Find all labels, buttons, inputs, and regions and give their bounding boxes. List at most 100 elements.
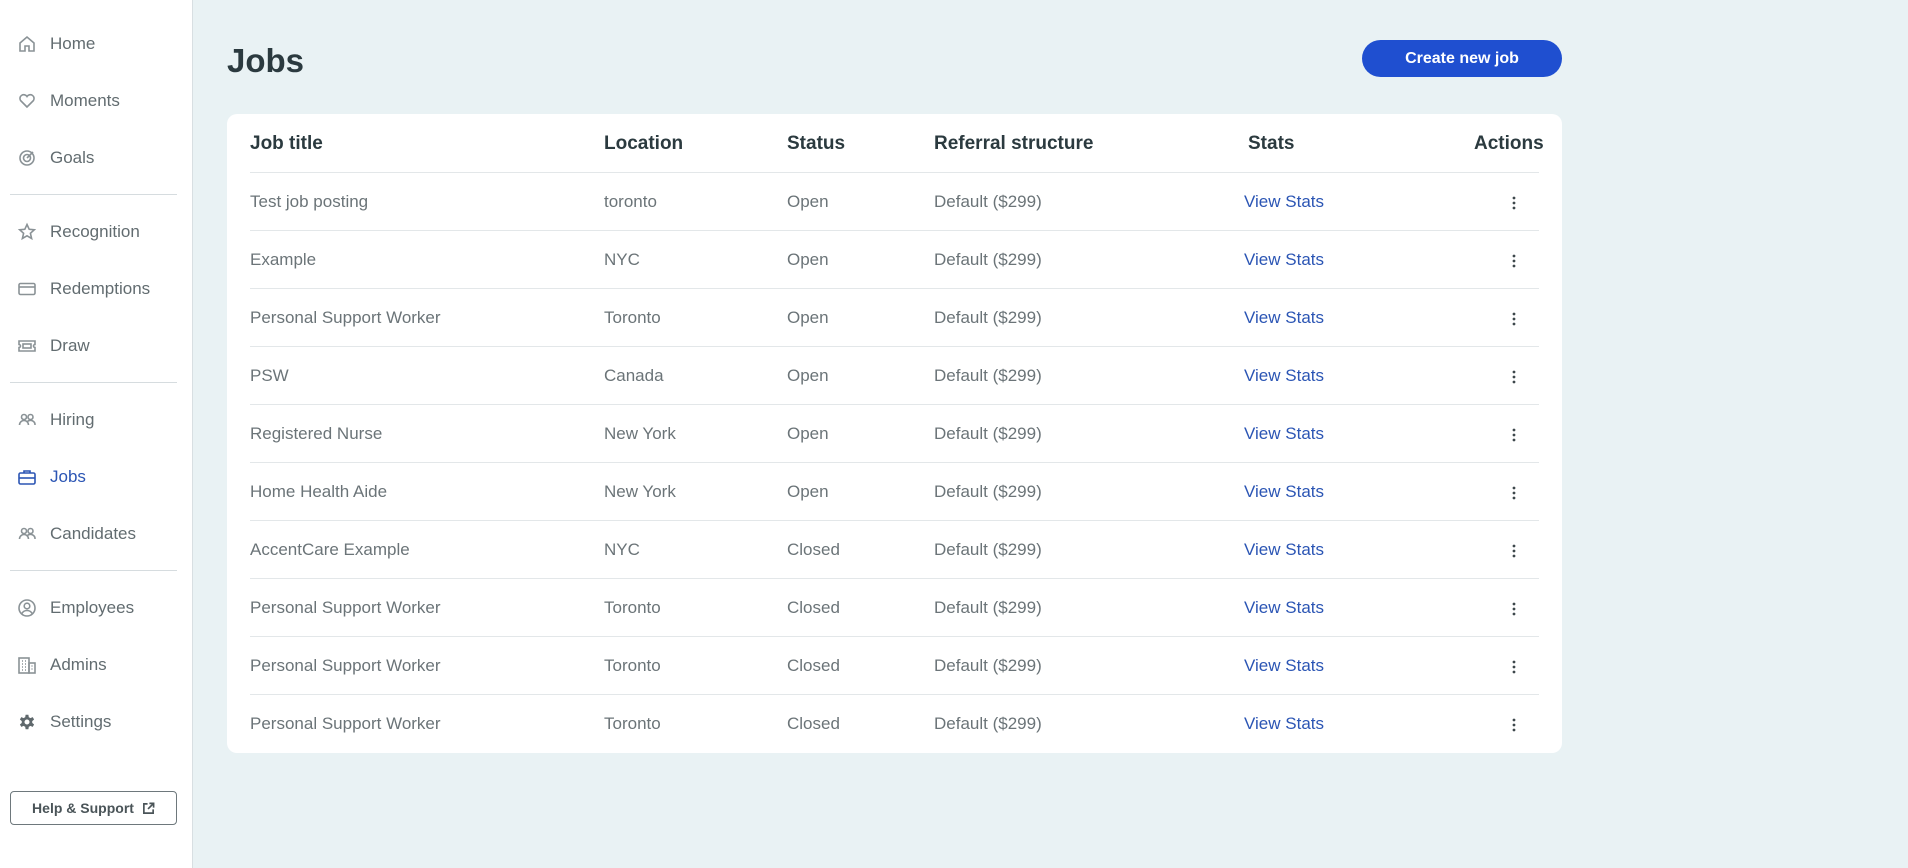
cell-location: NYC: [604, 540, 640, 559]
sidebar-item-label: Candidates: [50, 524, 137, 543]
cell-referral-structure: Default ($299): [934, 656, 1042, 675]
sidebar-item-label: Redemptions: [50, 279, 151, 298]
view-stats-link[interactable]: View Stats: [1244, 308, 1324, 328]
sidebar-item-label: Goals: [50, 148, 95, 167]
view-stats-link[interactable]: View Stats: [1244, 482, 1324, 502]
help-support-label: Help & Support: [32, 800, 134, 816]
view-stats-link[interactable]: View Stats: [1244, 656, 1324, 676]
cell-status: Closed: [787, 656, 840, 675]
table-row: Personal Support Worker Toronto Closed Defa…: [250, 579, 1539, 637]
sidebar-item-label: Jobs: [50, 467, 86, 486]
page-title: Jobs: [227, 42, 305, 79]
sidebar-item-label: Draw: [50, 336, 90, 355]
sidebar-item-label: Employees: [50, 598, 135, 617]
view-stats-link[interactable]: View Stats: [1244, 540, 1324, 560]
sidebar-item-goals[interactable]: Goals: [16, 144, 94, 172]
sidebar-divider: [10, 194, 177, 195]
cell-referral-structure: Default ($299): [934, 192, 1042, 211]
cell-job-title: Example: [250, 250, 317, 269]
column-header-status: Status: [787, 133, 846, 154]
sidebar-item-label: Admins: [50, 655, 107, 674]
people-icon: [16, 523, 38, 545]
cell-job-title: Personal Support Worker: [250, 714, 441, 733]
sidebar-item-label: Moments: [50, 91, 120, 110]
more-actions-icon[interactable]: [1504, 424, 1524, 446]
cell-status: Closed: [787, 714, 840, 733]
sidebar-item-redemptions[interactable]: Redemptions: [16, 275, 150, 303]
cell-status: Open: [787, 250, 829, 269]
column-header-actions: Actions: [1474, 133, 1544, 154]
view-stats-link[interactable]: View Stats: [1244, 598, 1324, 618]
cell-job-title: Registered Nurse: [250, 424, 383, 443]
jobs-table: Job title Location Status Referral struc…: [227, 114, 1562, 753]
cell-job-title: Personal Support Worker: [250, 598, 441, 617]
sidebar-item-label: Hiring: [50, 410, 95, 429]
sidebar-item-employees[interactable]: Employees: [16, 594, 134, 622]
cell-status: Open: [787, 482, 829, 501]
view-stats-link[interactable]: View Stats: [1244, 714, 1324, 734]
cell-status: Open: [787, 192, 829, 211]
table-row: Test job posting toronto Open Default ($299…: [250, 173, 1539, 231]
view-stats-link[interactable]: View Stats: [1244, 192, 1324, 212]
cell-status: Open: [787, 424, 829, 443]
more-actions-icon[interactable]: [1504, 540, 1524, 562]
cell-job-title: Personal Support Worker: [250, 308, 441, 327]
sidebar-item-home[interactable]: Home: [16, 30, 95, 58]
home-icon: [16, 33, 38, 55]
view-stats-link[interactable]: View Stats: [1244, 424, 1324, 444]
sidebar-item-draw[interactable]: Draw: [16, 332, 90, 360]
cell-referral-structure: Default ($299): [934, 366, 1042, 385]
table-row: Personal Support Worker Toronto Closed Defa…: [250, 637, 1539, 695]
cell-job-title: AccentCare Example: [250, 540, 410, 559]
column-header-location: Location: [604, 133, 684, 154]
more-actions-icon[interactable]: [1504, 598, 1524, 620]
sidebar-item-admins[interactable]: Admins: [16, 651, 107, 679]
cell-job-title: Personal Support Worker: [250, 656, 441, 675]
cell-location: NYC: [604, 250, 640, 269]
user-circle-icon: [16, 597, 38, 619]
table-header: Job title Location Status Referral struc…: [250, 114, 1544, 173]
sidebar-item-jobs[interactable]: Jobs: [16, 463, 86, 491]
heart-icon: [16, 90, 38, 112]
more-actions-icon[interactable]: [1504, 250, 1524, 272]
cell-referral-structure: Default ($299): [934, 598, 1042, 617]
more-actions-icon[interactable]: [1504, 714, 1524, 736]
cell-location: toronto: [604, 192, 657, 211]
table-row: AccentCare Example NYC Closed Default ($299…: [250, 521, 1539, 579]
help-support-button[interactable]: Help & Support: [10, 791, 177, 825]
cell-job-title: Test job posting: [250, 192, 369, 211]
sidebar-item-moments[interactable]: Moments: [16, 87, 120, 115]
building-icon: [16, 654, 38, 676]
cell-referral-structure: Default ($299): [934, 714, 1042, 733]
table-row: PSW Canada Open Default ($299) View Stats: [250, 347, 1539, 405]
briefcase-icon: [16, 466, 38, 488]
table-row: Registered Nurse New York Open Default ($29…: [250, 405, 1539, 463]
table-row: Personal Support Worker Toronto Open Defaul…: [250, 289, 1539, 347]
more-actions-icon[interactable]: [1504, 308, 1524, 330]
cell-status: Closed: [787, 540, 840, 559]
more-actions-icon[interactable]: [1504, 192, 1524, 214]
view-stats-link[interactable]: View Stats: [1244, 250, 1324, 270]
more-actions-icon[interactable]: [1504, 656, 1524, 678]
column-header-stats: Stats: [1248, 133, 1295, 154]
external-link-icon: [142, 802, 155, 814]
cell-referral-structure: Default ($299): [934, 540, 1042, 559]
sidebar-item-recognition[interactable]: Recognition: [16, 218, 140, 246]
more-actions-icon[interactable]: [1504, 366, 1524, 388]
cell-job-title: Home Health Aide: [250, 482, 388, 501]
view-stats-link[interactable]: View Stats: [1244, 366, 1324, 386]
cell-referral-structure: Default ($299): [934, 424, 1042, 443]
ticket-icon: [16, 335, 38, 357]
cell-location: New York: [604, 424, 676, 443]
sidebar-item-candidates[interactable]: Candidates: [16, 520, 136, 548]
create-new-job-button[interactable]: Create new job: [1362, 40, 1562, 77]
column-header-job-title: Job title: [250, 133, 323, 154]
sidebar-divider: [10, 570, 177, 571]
sidebar-item-label: Home: [50, 34, 96, 53]
cell-location: Toronto: [604, 656, 661, 675]
more-actions-icon[interactable]: [1504, 482, 1524, 504]
cell-location: Toronto: [604, 598, 661, 617]
sidebar-item-settings[interactable]: Settings: [16, 708, 111, 736]
sidebar-item-hiring[interactable]: Hiring: [16, 406, 94, 434]
star-icon: [16, 221, 38, 243]
